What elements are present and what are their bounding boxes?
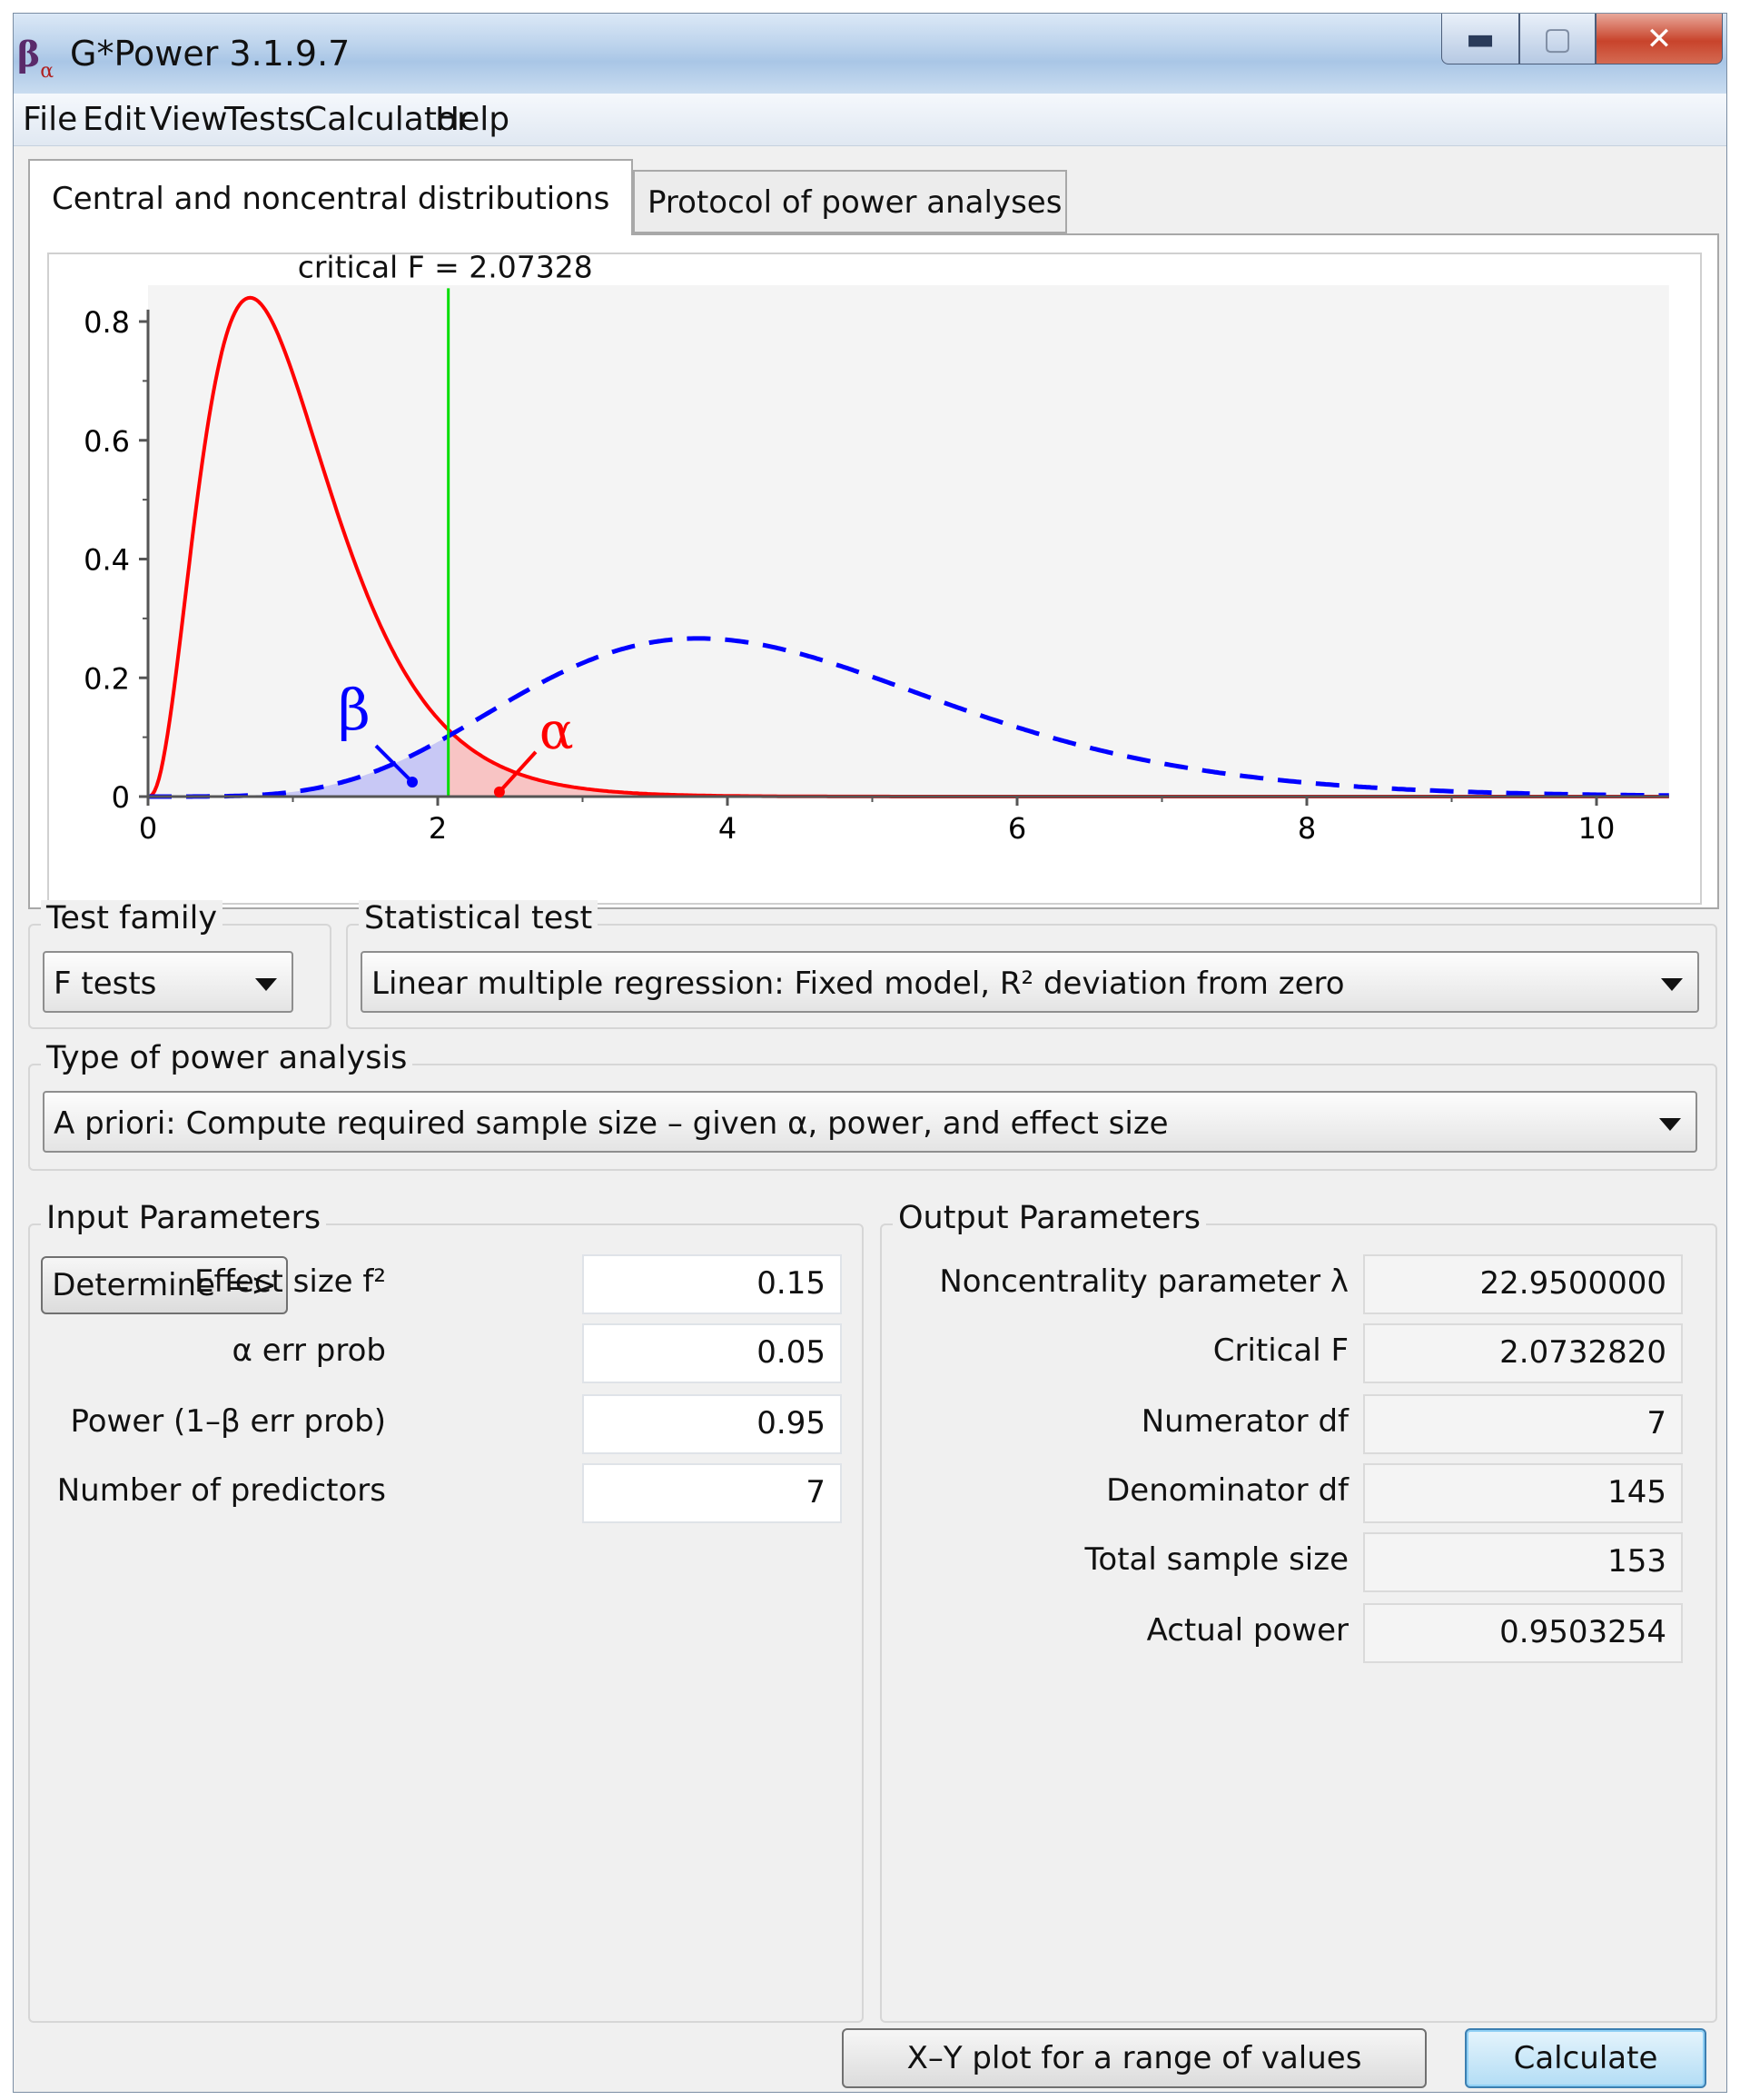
minimize-button[interactable]: ▬ xyxy=(1441,14,1519,64)
minimize-icon: ▬ xyxy=(1465,20,1496,57)
critical-f-output: 2.0732820 xyxy=(1363,1323,1683,1383)
xy-plot-button[interactable]: X–Y plot for a range of values xyxy=(842,2028,1427,2088)
chevron-down-icon xyxy=(1661,978,1683,991)
output-parameters-group: Output Parameters Noncentrality paramete… xyxy=(880,1200,1717,2023)
alpha-label: α xyxy=(539,702,574,761)
y-tick-label: 0.2 xyxy=(84,661,130,696)
predictors-input[interactable]: 7 xyxy=(582,1463,842,1523)
beta-marker-dot xyxy=(407,777,419,788)
beta-label: β xyxy=(338,677,371,743)
alpha-marker-dot xyxy=(493,786,505,797)
output-parameters-title: Output Parameters xyxy=(893,1200,1207,1236)
power-analysis-value: A priori: Compute required sample size –… xyxy=(54,1105,1169,1142)
test-family-select[interactable]: F tests xyxy=(43,951,293,1013)
x-tick-label: 2 xyxy=(429,811,447,846)
y-tick-label: 0.6 xyxy=(84,424,130,459)
gpower-window: βα G*Power 3.1.9.7 ▬ ▢ ✕ File Edit View … xyxy=(13,13,1727,2093)
effect-size-label: Effect size f² xyxy=(194,1263,386,1300)
distribution-plot-panel: 0 0.2 0.4 0.6 0.8 0 2 4 6 8 10 critical F = 2.0732… xyxy=(28,233,1719,909)
critical-f-output-label: Critical F xyxy=(1212,1332,1349,1369)
x-tick-label: 10 xyxy=(1578,811,1616,846)
y-tick-label: 0.8 xyxy=(84,305,130,340)
predictors-label: Number of predictors xyxy=(56,1472,386,1509)
statistical-test-group: Statistical test Linear multiple regress… xyxy=(346,900,1717,1029)
statistical-test-label: Statistical test xyxy=(359,900,598,936)
total-sample-size-output: 153 xyxy=(1363,1532,1683,1592)
statistical-test-select[interactable]: Linear multiple regression: Fixed model,… xyxy=(361,951,1699,1013)
denominator-df-output: 145 xyxy=(1363,1463,1683,1523)
alpha-err-label: α err prob xyxy=(232,1332,386,1369)
statistical-test-value: Linear multiple regression: Fixed model,… xyxy=(371,966,1345,1002)
test-family-label: Test family xyxy=(41,900,223,936)
x-tick-label: 4 xyxy=(718,811,737,846)
power-analysis-label: Type of power analysis xyxy=(41,1040,413,1076)
distribution-plot: 0 0.2 0.4 0.6 0.8 0 2 4 6 8 10 critical F = 2.0732… xyxy=(47,249,1702,905)
menu-tests[interactable]: Tests xyxy=(224,101,306,138)
actual-power-label: Actual power xyxy=(1146,1612,1349,1649)
noncentrality-label: Noncentrality parameter λ xyxy=(939,1263,1349,1300)
menu-file[interactable]: File xyxy=(23,101,77,138)
y-tick-label: 0.4 xyxy=(84,543,130,578)
menu-help[interactable]: Help xyxy=(435,101,509,138)
noncentrality-output: 22.9500000 xyxy=(1363,1254,1683,1314)
tab-strip: Central and noncentral distributions Pro… xyxy=(28,159,1717,235)
input-parameters-title: Input Parameters xyxy=(41,1200,327,1236)
chevron-down-icon xyxy=(255,978,277,991)
calculate-button[interactable]: Calculate xyxy=(1465,2028,1706,2088)
tab-protocol[interactable]: Protocol of power analyses xyxy=(633,170,1067,233)
critical-f-label: critical F = 2.07328 xyxy=(298,249,593,284)
menu-edit[interactable]: Edit xyxy=(83,101,146,138)
alpha-err-input[interactable]: 0.05 xyxy=(582,1323,842,1383)
x-tick-label: 0 xyxy=(139,811,157,846)
close-button[interactable]: ✕ xyxy=(1596,14,1723,64)
input-parameters-group: Input Parameters Determine => Effect siz… xyxy=(28,1200,864,2023)
test-family-group: Test family F tests xyxy=(28,900,331,1029)
effect-size-input[interactable]: 0.15 xyxy=(582,1254,842,1314)
denominator-df-label: Denominator df xyxy=(1106,1472,1349,1509)
test-family-value: F tests xyxy=(54,966,157,1002)
title-bar[interactable]: βα G*Power 3.1.9.7 ▬ ▢ ✕ xyxy=(14,14,1726,94)
power-analysis-select[interactable]: A priori: Compute required sample size –… xyxy=(43,1091,1697,1153)
maximize-button[interactable]: ▢ xyxy=(1519,14,1596,64)
total-sample-size-label: Total sample size xyxy=(1084,1541,1349,1578)
x-tick-label: 6 xyxy=(1008,811,1026,846)
tab-central-distributions[interactable]: Central and noncentral distributions xyxy=(28,159,633,235)
power-analysis-group: Type of power analysis A priori: Compute… xyxy=(28,1040,1717,1171)
close-icon: ✕ xyxy=(1646,20,1673,57)
window-title: G*Power 3.1.9.7 xyxy=(70,34,351,74)
menu-bar: File Edit View Tests Calculator Help xyxy=(14,94,1726,146)
plot-background xyxy=(148,285,1669,797)
numerator-df-label: Numerator df xyxy=(1141,1403,1349,1440)
numerator-df-output: 7 xyxy=(1363,1394,1683,1454)
power-input[interactable]: 0.95 xyxy=(582,1394,842,1454)
x-tick-label: 8 xyxy=(1298,811,1316,846)
y-tick-label: 0 xyxy=(112,780,130,815)
actual-power-output: 0.9503254 xyxy=(1363,1603,1683,1663)
app-logo-icon: βα xyxy=(17,34,54,83)
power-label: Power (1–β err prob) xyxy=(70,1403,386,1440)
maximize-icon: ▢ xyxy=(1542,20,1573,57)
menu-view[interactable]: View xyxy=(150,101,227,138)
chevron-down-icon xyxy=(1659,1118,1681,1131)
